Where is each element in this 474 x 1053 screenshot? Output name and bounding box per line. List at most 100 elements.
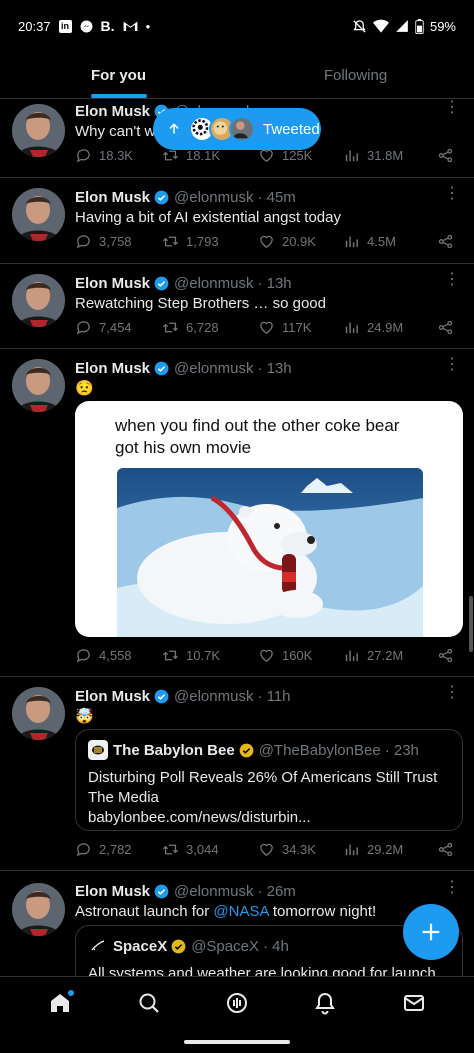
quoted-tweet-link[interactable]: babylonbee.com/news/disturbin... [88, 808, 450, 828]
gold-verified-badge-icon [171, 939, 186, 953]
more-options-icon[interactable]: ⋮ [444, 100, 460, 116]
view-count: 4.5M [367, 234, 396, 249]
pill-avatar-person [229, 116, 255, 142]
reply-button[interactable]: 7,454 [75, 319, 162, 336]
views-button[interactable]: 24.9M [343, 319, 437, 336]
timeline-feed[interactable]: Elon Musk @elonmusk ⋮ Why can't wi 18.3K… [0, 99, 474, 976]
nav-home[interactable] [36, 983, 84, 1023]
more-options-icon[interactable]: ⋮ [444, 272, 460, 288]
views-button[interactable]: 29.2M [343, 841, 437, 858]
new-tweets-pill[interactable]: Tweeted [153, 108, 321, 150]
author-name[interactable]: Elon Musk [75, 688, 150, 705]
meme-caption: when you find out the other coke bear go… [115, 416, 400, 457]
nav-notifications[interactable] [301, 983, 349, 1023]
views-button[interactable]: 27.2M [343, 647, 437, 664]
quoted-tweet-time: · 4h [262, 937, 289, 955]
quoted-author-name[interactable]: The Babylon Bee [113, 742, 235, 759]
like-button[interactable]: 34.3K [258, 841, 343, 858]
like-button[interactable]: 160K [258, 647, 343, 664]
author-handle[interactable]: @elonmusk [174, 883, 253, 900]
avatar[interactable] [12, 274, 65, 327]
reply-button[interactable]: 4,558 [75, 647, 162, 664]
babylon-bee-logo-icon[interactable] [88, 740, 108, 760]
scrollbar-thumb[interactable] [469, 596, 473, 652]
tweet[interactable]: Elon Musk @elonmusk · 45m ⋮ Having a bit… [0, 178, 474, 264]
tweet[interactable]: Elon Musk @elonmusk · 26m ⋮ Astronaut la… [0, 871, 474, 976]
tweet-time[interactable]: · 45m [257, 189, 295, 206]
author-name[interactable]: Elon Musk [75, 275, 150, 292]
reply-icon [76, 235, 90, 249]
more-options-icon[interactable]: ⋮ [444, 186, 460, 202]
retweet-button[interactable]: 10.7K [162, 647, 258, 664]
author-handle[interactable]: @elonmusk [174, 360, 253, 377]
author-name[interactable]: Elon Musk [75, 360, 150, 377]
tweet-time[interactable]: · 11h [257, 688, 290, 705]
share-button[interactable] [437, 319, 454, 336]
babylon-bee-notification-icon: B. [100, 18, 115, 34]
more-options-icon[interactable]: ⋮ [444, 880, 460, 896]
tab-following[interactable]: Following [237, 52, 474, 98]
avatar[interactable] [12, 188, 65, 241]
author-name[interactable]: Elon Musk [75, 189, 150, 206]
polar-bear-photo [117, 468, 423, 637]
quoted-author-handle[interactable]: @SpaceX [191, 938, 259, 955]
cellular-signal-icon [395, 19, 409, 33]
retweet-button[interactable]: 6,728 [162, 319, 258, 336]
avatar[interactable] [12, 687, 65, 740]
tweet[interactable]: Elon Musk @elonmusk · 11h ⋮ 🤯 The Babylo… [0, 677, 474, 871]
share-button[interactable] [437, 233, 454, 250]
like-button[interactable]: 20.9K [258, 233, 343, 250]
spacex-logo-icon[interactable] [88, 936, 108, 956]
tweet-media-image[interactable]: when you find out the other coke bear go… [75, 401, 463, 637]
nasa-mention-link[interactable]: @NASA [213, 903, 268, 920]
views-button[interactable]: 4.5M [343, 233, 437, 250]
new-tweets-pill-label: Tweeted [263, 120, 320, 138]
tweet-time[interactable]: · 26m [257, 883, 295, 900]
retweet-icon [162, 650, 179, 661]
more-notifications-dot-icon: ● [145, 21, 151, 31]
retweet-button[interactable]: 1,793 [162, 233, 258, 250]
like-count: 160K [281, 648, 313, 663]
quoted-author-name[interactable]: SpaceX [113, 938, 167, 955]
reply-button[interactable]: 18.3K [75, 147, 162, 164]
author-handle[interactable]: @elonmusk [174, 189, 253, 206]
share-button[interactable] [437, 147, 454, 164]
messages-icon [403, 995, 424, 1011]
gesture-navigation-bar[interactable] [184, 1040, 290, 1044]
tweet-time[interactable]: · 13h [257, 360, 291, 377]
quoted-tweet-text: All systems and weather are looking good… [88, 965, 436, 976]
views-button[interactable]: 31.8M [343, 147, 437, 164]
timeline-tabs: For you Following [0, 52, 474, 99]
tweet[interactable]: Elon Musk @elonmusk · 13h ⋮ Rewatching S… [0, 264, 474, 349]
author-handle[interactable]: @elonmusk [174, 275, 253, 292]
tab-for-you[interactable]: For you [0, 52, 237, 98]
avatar[interactable] [12, 359, 65, 412]
retweet-button[interactable]: 3,044 [162, 841, 258, 858]
avatar[interactable] [12, 883, 65, 936]
more-options-icon[interactable]: ⋮ [444, 685, 460, 701]
nav-spaces[interactable] [213, 983, 261, 1023]
heart-icon [260, 235, 273, 248]
tweet-time[interactable]: · 13h [257, 275, 291, 292]
view-count: 29.2M [367, 842, 404, 857]
view-count: 24.9M [367, 320, 404, 335]
share-icon [438, 648, 453, 663]
share-button[interactable] [437, 841, 454, 858]
share-button[interactable] [437, 647, 454, 664]
tweet[interactable]: Elon Musk @elonmusk · 13h ⋮ 😟 when you f… [0, 349, 474, 677]
reply-button[interactable]: 3,758 [75, 233, 162, 250]
author-name[interactable]: Elon Musk [75, 103, 150, 120]
author-name[interactable]: Elon Musk [75, 883, 150, 900]
nav-search[interactable] [125, 983, 173, 1023]
messenger-notification-icon [80, 20, 93, 33]
quoted-tweet[interactable]: The Babylon Bee @TheBabylonBee · 23h Dis… [75, 729, 463, 831]
more-options-icon[interactable]: ⋮ [444, 357, 460, 373]
author-handle[interactable]: @elonmusk [174, 688, 253, 705]
compose-tweet-button[interactable] [403, 904, 459, 960]
nav-messages[interactable] [390, 983, 438, 1023]
quoted-author-handle[interactable]: @TheBabylonBee [259, 742, 381, 759]
avatar[interactable] [12, 104, 65, 157]
retweet-icon [162, 236, 179, 247]
like-button[interactable]: 117K [258, 319, 343, 336]
reply-button[interactable]: 2,782 [75, 841, 162, 858]
